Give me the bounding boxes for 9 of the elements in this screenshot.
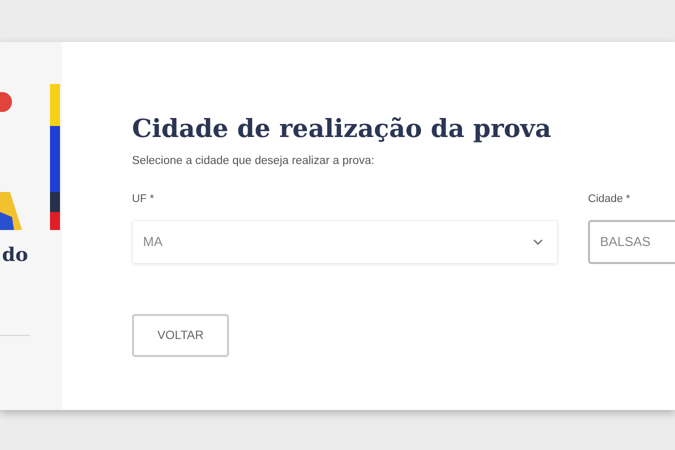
chevron-down-icon	[533, 238, 543, 245]
state-dropdown[interactable]: MA	[132, 220, 558, 264]
field-label: Cidade *	[588, 192, 630, 208]
page-title: Cidade de realização da prova	[132, 114, 552, 144]
sidebar-heading: do	[2, 246, 29, 265]
back-button[interactable]: VOLTAR	[132, 314, 229, 357]
field-label: UF *	[132, 192, 154, 208]
instruction-text: Selecione a cidade que deseja realizar a prova:	[132, 154, 376, 169]
city-field[interactable]: BALSAS	[588, 220, 675, 264]
